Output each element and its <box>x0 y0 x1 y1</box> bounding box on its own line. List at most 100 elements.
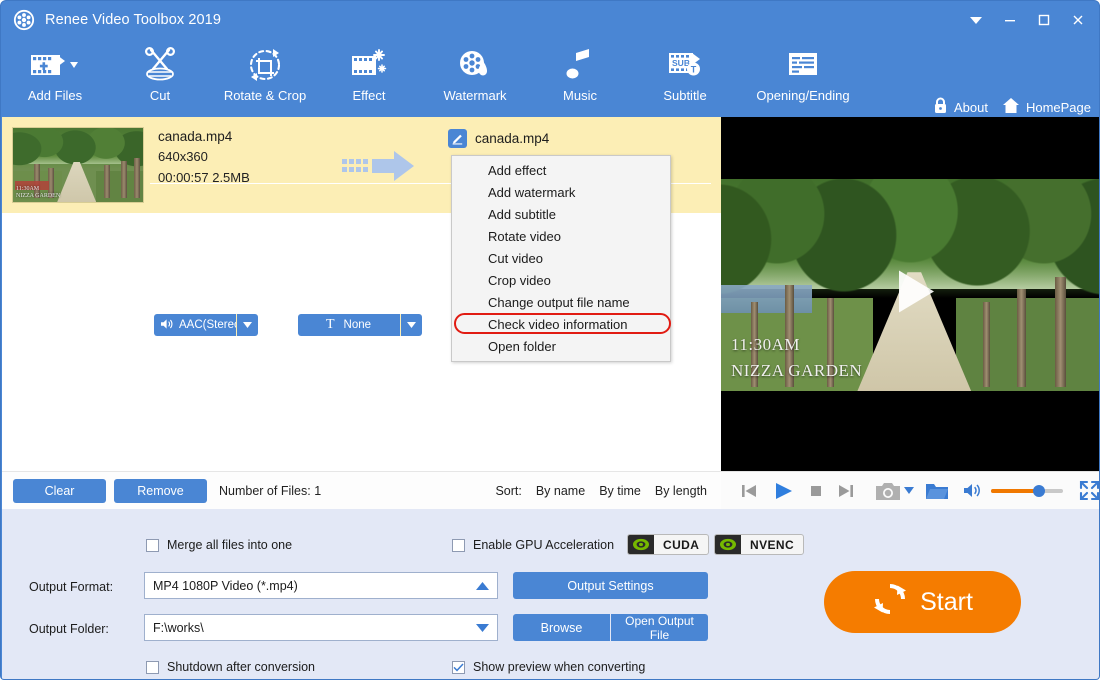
play-icon[interactable] <box>772 481 794 501</box>
nvenc-label: NVENC <box>741 535 803 554</box>
open-output-file-button[interactable]: Open Output File <box>611 614 708 641</box>
remove-button[interactable]: Remove <box>114 479 207 503</box>
convert-arrow-icon <box>342 147 422 185</box>
menu-item-add-effect[interactable]: Add effect <box>452 160 670 182</box>
homepage-link[interactable]: HomePage <box>1002 97 1091 117</box>
menu-item-add-subtitle[interactable]: Add subtitle <box>452 204 670 226</box>
browse-button[interactable]: Browse <box>513 614 610 641</box>
shutdown-label: Shutdown after conversion <box>167 660 315 674</box>
audio-track-selector[interactable]: AAC(Stereo 4 <box>154 314 258 336</box>
rotate-crop-icon <box>245 45 285 85</box>
output-format-value: MP4 1080P Video (*.mp4) <box>153 579 476 593</box>
start-button[interactable]: Start <box>824 571 1021 633</box>
skip-next-icon[interactable] <box>836 482 856 500</box>
toolbar-label: Cut <box>150 88 170 103</box>
show-preview-label: Show preview when converting <box>473 660 645 674</box>
show-preview-row[interactable]: Show preview when converting <box>452 660 645 674</box>
toolbar-item-rotate-crop[interactable]: Rotate & Crop <box>217 45 313 115</box>
subtitle-track-value-wrap[interactable]: T None <box>298 314 400 336</box>
close-button[interactable] <box>1061 5 1095 35</box>
toolbar-item-cut[interactable]: Cut <box>112 45 208 115</box>
svg-text:SUB: SUB <box>672 58 690 68</box>
minimize-button[interactable] <box>993 5 1027 35</box>
caret-up-icon[interactable] <box>476 579 489 593</box>
menu-item-change-output-file-name[interactable]: Change output file name <box>452 292 670 314</box>
folder-icon[interactable] <box>925 481 949 500</box>
gpu-acceleration-label: Enable GPU Acceleration <box>473 538 614 552</box>
toolbar-label: Watermark <box>443 88 506 103</box>
output-settings-button[interactable]: Output Settings <box>513 572 708 599</box>
caret-down-icon[interactable] <box>476 621 489 635</box>
toolbar-item-add-files[interactable]: Add Files <box>7 45 103 115</box>
menu-item-rotate-video[interactable]: Rotate video <box>452 226 670 248</box>
sort-by-length[interactable]: By length <box>655 484 707 498</box>
file-list-footer: Clear Remove Number of Files: 1 Sort: By… <box>2 471 721 509</box>
volume-slider[interactable] <box>991 484 1063 498</box>
toolbar-label: Opening/Ending <box>756 88 849 103</box>
context-menu-title: canada.mp4 <box>475 131 549 146</box>
subtitle-track-selector[interactable]: T None <box>298 314 422 336</box>
sort-controls: Sort: By name By time By length <box>495 484 707 498</box>
output-format-label: Output Format: <box>29 580 113 594</box>
merge-files-label: Merge all files into one <box>167 538 292 552</box>
toolbar-item-music[interactable]: Music <box>532 45 628 115</box>
skip-previous-icon[interactable] <box>739 482 759 500</box>
opening-ending-card-icon <box>786 45 820 85</box>
window-controls <box>959 1 1095 39</box>
speaker-icon[interactable] <box>963 482 983 499</box>
cuda-label: CUDA <box>654 535 708 554</box>
preview-controls <box>721 471 1100 509</box>
video-preview[interactable]: 11:30AM NIZZA GARDEN <box>721 117 1100 471</box>
show-preview-checkbox[interactable] <box>452 661 465 674</box>
preview-overlay-time: 11:30AM <box>731 335 800 355</box>
gpu-acceleration-checkbox[interactable] <box>452 539 465 552</box>
context-menu: Add effect Add watermark Add subtitle Ro… <box>451 155 671 362</box>
menu-item-cut-video[interactable]: Cut video <box>452 248 670 270</box>
watermark-reel-drop-icon <box>455 45 495 85</box>
home-icon <box>1002 97 1020 117</box>
about-link[interactable]: About <box>933 97 988 117</box>
about-label: About <box>954 100 988 115</box>
file-count-value: 1 <box>314 484 321 498</box>
audio-track-dropdown-icon[interactable] <box>236 314 258 336</box>
sort-by-name[interactable]: By name <box>536 484 585 498</box>
collapse-button[interactable] <box>959 5 993 35</box>
app-title: Renee Video Toolbox 2019 <box>45 12 221 28</box>
toolbar-item-effect[interactable]: Effect <box>321 45 417 115</box>
application-window: Renee Video Toolbox 2019 <box>0 0 1100 680</box>
output-folder-select[interactable]: F:\works\ <box>144 614 498 641</box>
nvenc-badge: NVENC <box>714 534 804 555</box>
file-thumbnail: 11:30AM NIZZA GARDEN <box>12 127 144 203</box>
play-triangle-icon[interactable] <box>872 253 950 336</box>
clear-button[interactable]: Clear <box>13 479 106 503</box>
audio-track-value-wrap[interactable]: AAC(Stereo 4 <box>154 314 236 336</box>
output-format-select[interactable]: MP4 1080P Video (*.mp4) <box>144 572 498 599</box>
toolbar-item-opening-ending[interactable]: Opening/Ending <box>743 45 863 115</box>
effect-film-sparkle-icon <box>349 45 389 85</box>
scissors-icon <box>140 45 180 85</box>
menu-item-add-watermark[interactable]: Add watermark <box>452 182 670 204</box>
stop-icon[interactable] <box>808 483 824 499</box>
merge-files-row[interactable]: Merge all files into one <box>146 538 292 552</box>
menu-item-open-folder[interactable]: Open folder <box>452 336 670 358</box>
toolbar-item-subtitle[interactable]: SUB T Subtitle <box>637 45 733 115</box>
caret-down-icon[interactable] <box>904 487 914 494</box>
menu-item-crop-video[interactable]: Crop video <box>452 270 670 292</box>
text-t-icon: T <box>326 318 335 332</box>
file-name: canada.mp4 <box>158 127 721 146</box>
subtitle-track-dropdown-icon[interactable] <box>400 314 422 336</box>
edit-pencil-icon[interactable] <box>448 129 467 148</box>
maximize-button[interactable] <box>1027 5 1061 35</box>
gpu-acceleration-row[interactable]: Enable GPU Acceleration <box>452 538 614 552</box>
shutdown-row[interactable]: Shutdown after conversion <box>146 660 315 674</box>
sort-by-time[interactable]: By time <box>599 484 641 498</box>
sort-label: Sort: <box>495 484 521 498</box>
merge-files-checkbox[interactable] <box>146 539 159 552</box>
fullscreen-icon[interactable] <box>1079 480 1100 501</box>
menu-item-check-video-information[interactable]: Check video information <box>452 314 670 336</box>
subtitle-track-label: None <box>344 319 372 331</box>
nvidia-eye-icon <box>715 535 741 554</box>
camera-icon[interactable] <box>875 481 901 501</box>
toolbar-item-watermark[interactable]: Watermark <box>427 45 523 115</box>
shutdown-checkbox[interactable] <box>146 661 159 674</box>
